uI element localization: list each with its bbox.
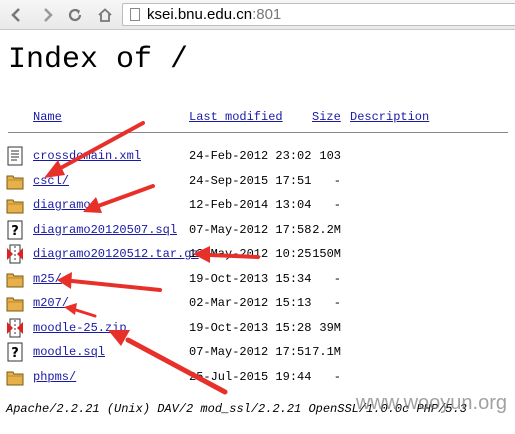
sort-by-description-link[interactable]: Description bbox=[350, 110, 429, 124]
file-size: 2.2M bbox=[312, 222, 341, 237]
file-size: 7.1M bbox=[312, 345, 341, 359]
table-row: diagramo20120512.tar.gz 12-May-2012 10:25… bbox=[0, 242, 515, 266]
file-link[interactable]: moodle-25.zip bbox=[33, 321, 127, 335]
folder-icon bbox=[6, 367, 24, 387]
last-modified: 02-Mar-2012 15:13 bbox=[189, 296, 312, 310]
table-row: cscl/24-Sep-2015 17:51 - bbox=[0, 169, 515, 193]
folder-icon bbox=[6, 171, 24, 191]
file-size: 39M bbox=[319, 320, 341, 335]
file-link[interactable]: diagramo/ bbox=[33, 198, 98, 212]
last-modified: 19-Oct-2013 15:28 bbox=[189, 320, 312, 335]
file-size: 103 bbox=[319, 149, 341, 163]
file-size: - bbox=[333, 198, 341, 212]
file-link[interactable]: m207/ bbox=[33, 296, 69, 310]
last-modified: 12-Feb-2014 13:04 bbox=[189, 198, 312, 212]
text-file-icon bbox=[6, 146, 24, 166]
table-row: m25/19-Oct-2013 15:34 - bbox=[0, 267, 515, 291]
last-modified: 07-May-2012 17:51 bbox=[189, 345, 312, 359]
last-modified: 12-May-2012 10:25 bbox=[189, 247, 312, 261]
folder-icon bbox=[6, 269, 24, 289]
svg-text:?: ? bbox=[11, 224, 19, 239]
table-row: m207/02-Mar-2012 15:13 - bbox=[0, 291, 515, 315]
directory-listing: Name Last modified Size Description cros… bbox=[0, 0, 515, 434]
watermark: www.wooyun.org bbox=[355, 392, 507, 414]
table-row: ? moodle.sql 07-May-2012 17:51 7.1M bbox=[0, 340, 515, 364]
sort-by-modified-link[interactable]: Last modified bbox=[189, 110, 283, 124]
last-modified: 25-Jul-2015 19:44 bbox=[189, 369, 312, 384]
last-modified: 07-May-2012 17:58 bbox=[189, 222, 312, 237]
table-row: diagramo/12-Feb-2014 13:04 - bbox=[0, 193, 515, 217]
table-row: ? diagramo20120507.sql 07-May-2012 17:58 2.… bbox=[0, 218, 515, 242]
table-row: phpms/25-Jul-2015 19:44 - bbox=[0, 365, 515, 389]
table-row: crossdomain.xml 24-Feb-2012 23:02 103 bbox=[0, 144, 515, 168]
file-size: - bbox=[333, 369, 341, 384]
unknown-file-icon: ? bbox=[6, 220, 24, 240]
archive-file-icon bbox=[6, 244, 24, 264]
svg-text:?: ? bbox=[11, 346, 19, 361]
file-size: - bbox=[333, 271, 341, 286]
file-link[interactable]: cscl/ bbox=[33, 174, 69, 188]
folder-icon bbox=[6, 293, 24, 313]
file-link[interactable]: crossdomain.xml bbox=[33, 149, 141, 163]
file-size: 150M bbox=[312, 247, 341, 261]
sort-by-size-link[interactable]: Size bbox=[312, 110, 341, 124]
file-size: - bbox=[333, 296, 341, 310]
file-link[interactable]: m25/ bbox=[33, 272, 62, 286]
sort-by-name-link[interactable]: Name bbox=[33, 110, 62, 124]
file-size: - bbox=[333, 173, 341, 188]
unknown-file-icon: ? bbox=[6, 342, 24, 362]
last-modified: 19-Oct-2013 15:34 bbox=[189, 271, 312, 286]
folder-icon bbox=[6, 195, 24, 215]
file-link[interactable]: diagramo20120512.tar.gz bbox=[33, 247, 199, 261]
header-divider bbox=[8, 132, 508, 133]
file-link[interactable]: phpms/ bbox=[33, 370, 76, 384]
file-link[interactable]: diagramo20120507.sql bbox=[33, 223, 177, 237]
last-modified: 24-Feb-2012 23:02 bbox=[189, 149, 312, 163]
file-link[interactable]: moodle.sql bbox=[33, 345, 105, 359]
last-modified: 24-Sep-2015 17:51 bbox=[189, 173, 312, 188]
archive-file-icon bbox=[6, 318, 24, 338]
table-row: moodle-25.zip 19-Oct-2013 15:28 39M bbox=[0, 316, 515, 340]
